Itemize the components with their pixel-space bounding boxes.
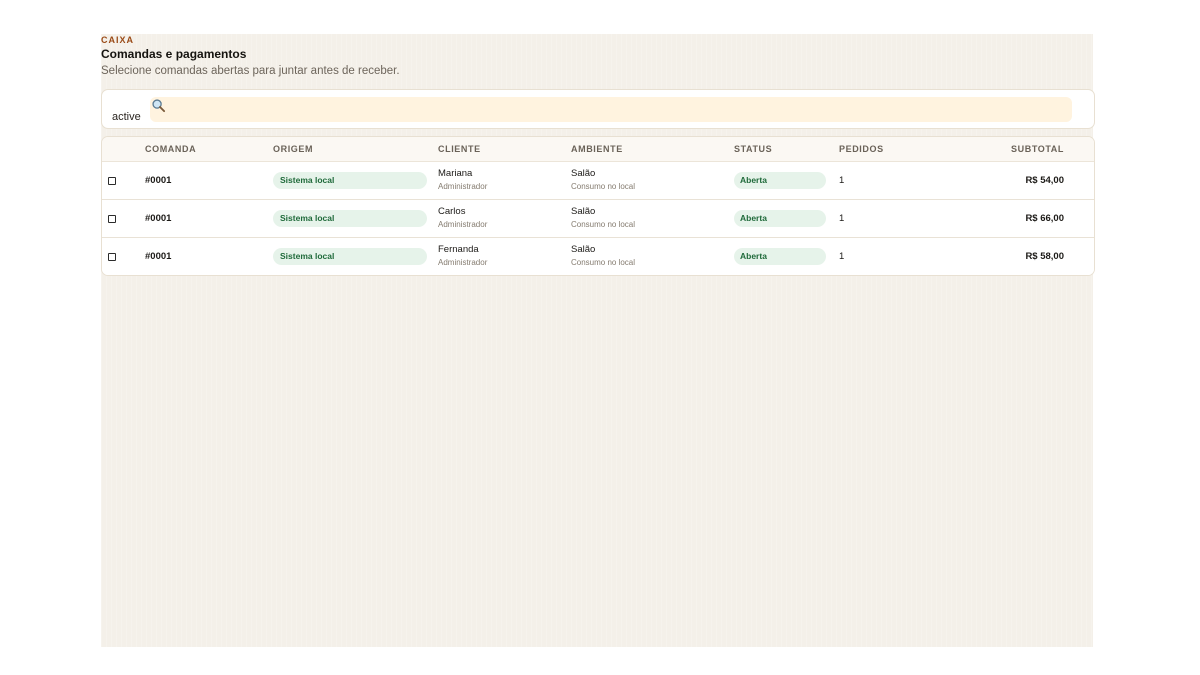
- status-badge: Aberta: [734, 248, 826, 265]
- column-header-comanda[interactable]: COMANDA: [145, 144, 196, 154]
- ambiente-description: Consumo no local: [571, 258, 636, 267]
- cliente-role: Administrador: [438, 258, 488, 267]
- column-header-ambiente[interactable]: AMBIENTE: [571, 144, 623, 154]
- ambiente-name: Salão: [571, 206, 596, 217]
- page-subtitle: Selecione comandas abertas para juntar a…: [101, 65, 400, 77]
- row-checkbox[interactable]: [108, 253, 116, 261]
- comanda-id: #0001: [145, 213, 172, 224]
- ambiente-description: Consumo no local: [571, 220, 636, 229]
- pedidos-count: 1: [839, 175, 845, 186]
- filter-bar: active: [101, 89, 1095, 129]
- cliente-role: Administrador: [438, 220, 488, 229]
- search-input[interactable]: [150, 97, 1072, 122]
- pedidos-count: 1: [839, 213, 845, 224]
- cashier-panel: CAIXA Comandas e pagamentos Selecione co…: [101, 34, 1095, 647]
- comanda-id: #0001: [145, 175, 172, 186]
- cliente-role: Administrador: [438, 182, 488, 191]
- origem-badge: Sistema local: [273, 210, 427, 227]
- ambiente-name: Salão: [571, 168, 596, 179]
- table-row[interactable]: #0001 Sistema local Fernanda Administrad…: [102, 238, 1094, 275]
- ambiente-name: Salão: [571, 244, 596, 255]
- cliente-name: Carlos: [438, 206, 466, 217]
- column-header-status[interactable]: STATUS: [734, 144, 772, 154]
- cliente-name: Mariana: [438, 168, 473, 179]
- column-header-origem[interactable]: ORIGEM: [273, 144, 313, 154]
- section-eyebrow: CAIXA: [101, 35, 135, 45]
- status-badge: Aberta: [734, 172, 826, 189]
- row-checkbox[interactable]: [108, 215, 116, 223]
- comandas-table: COMANDA ORIGEM CLIENTE AMBIENTE STATUS P…: [101, 136, 1095, 276]
- subtotal-value: R$ 54,00: [1025, 175, 1064, 186]
- column-header-pedidos[interactable]: PEDIDOS: [839, 144, 884, 154]
- cliente-name: Fernanda: [438, 244, 479, 255]
- subtotal-value: R$ 66,00: [1025, 213, 1064, 224]
- origem-badge: Sistema local: [273, 172, 427, 189]
- status-badge: Aberta: [734, 210, 826, 227]
- filter-label: active: [112, 111, 141, 123]
- table-row[interactable]: #0001 Sistema local Carlos Administrador…: [102, 200, 1094, 238]
- column-header-cliente[interactable]: CLIENTE: [438, 144, 481, 154]
- pedidos-count: 1: [839, 251, 845, 262]
- search-icon: [152, 99, 166, 113]
- origem-badge: Sistema local: [273, 248, 427, 265]
- column-header-subtotal[interactable]: SUBTOTAL: [1011, 144, 1064, 154]
- row-checkbox[interactable]: [108, 177, 116, 185]
- subtotal-value: R$ 58,00: [1025, 251, 1064, 262]
- ambiente-description: Consumo no local: [571, 182, 636, 191]
- comanda-id: #0001: [145, 251, 172, 262]
- page-title: Comandas e pagamentos: [101, 47, 247, 61]
- table-row[interactable]: #0001 Sistema local Mariana Administrado…: [102, 162, 1094, 200]
- table-header: COMANDA ORIGEM CLIENTE AMBIENTE STATUS P…: [102, 137, 1094, 162]
